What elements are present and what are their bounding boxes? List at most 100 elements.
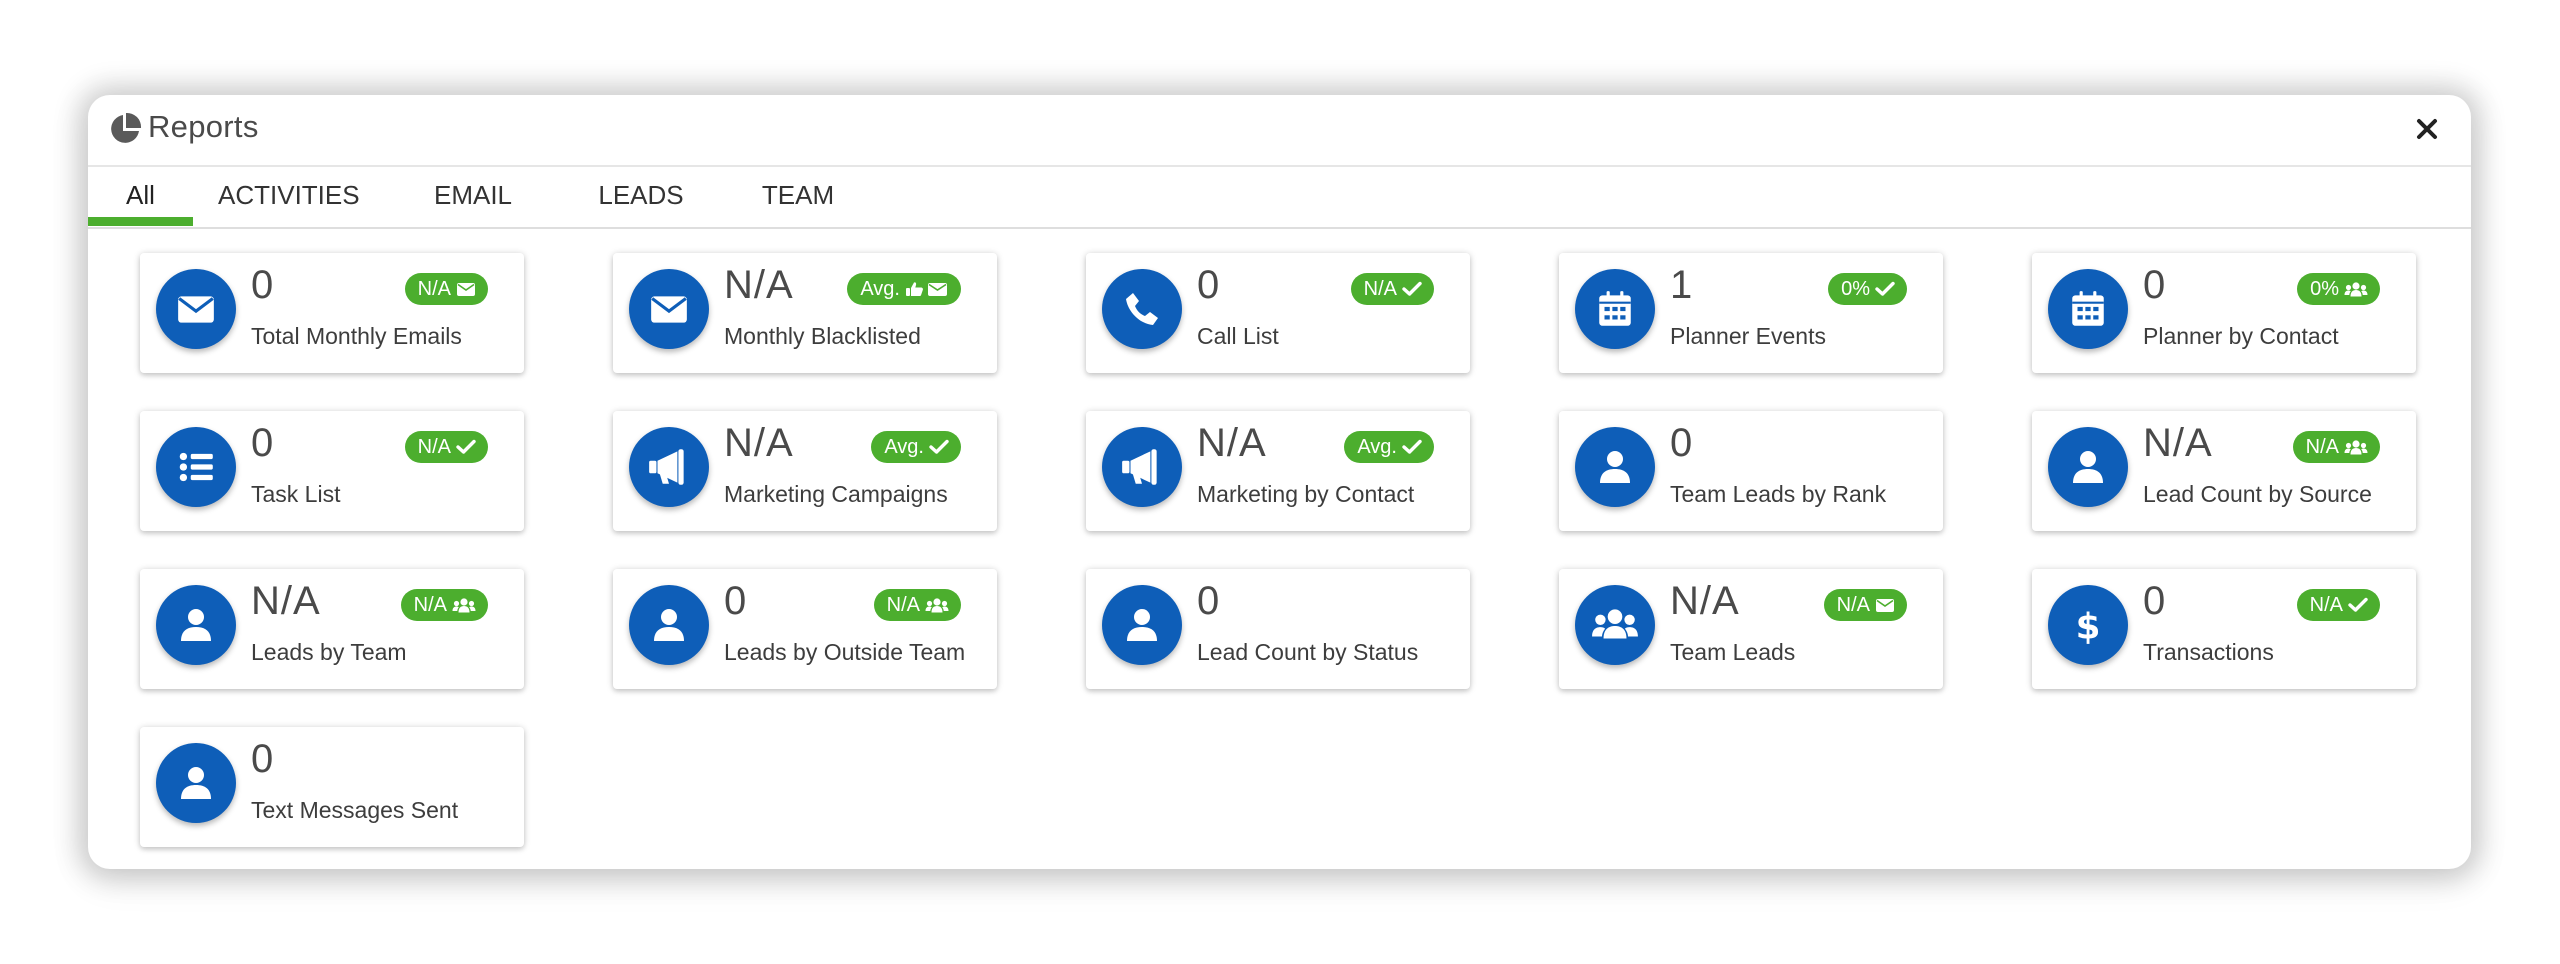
check-icon [1402,281,1422,297]
badge-text: N/A [417,278,451,300]
check-icon [456,439,476,455]
report-value: N/A [724,421,794,465]
report-card[interactable]: 0 Total Monthly Emails N/A [140,253,524,373]
user-icon [156,743,236,823]
tab-leads[interactable]: LEADS [596,167,686,227]
report-label: Planner by Contact [2143,323,2339,349]
list-icon [156,427,236,507]
tab-email[interactable]: EMAIL [429,167,517,227]
report-card[interactable]: N/A Team Leads N/A [1559,569,1943,689]
report-card[interactable]: 0 Leads by Outside Team N/A [613,569,997,689]
users-icon [452,597,476,613]
badge-text: Avg. [860,278,900,300]
page-title: Reports [148,109,259,144]
status-badge: N/A [1823,589,1907,621]
user-icon [1575,427,1655,507]
megaphone-icon [1102,427,1182,507]
report-value: N/A [1670,579,1740,623]
report-card[interactable]: 0 Call List N/A [1086,253,1470,373]
status-badge: N/A [2292,431,2380,463]
badge-text: Avg. [884,436,924,458]
report-label: Team Leads [1670,639,1796,665]
report-value: N/A [1197,421,1267,465]
badge-text: N/A [886,594,920,616]
report-value: 0 [2143,263,2167,307]
report-label: Call List [1197,323,1279,349]
report-card[interactable]: 0 Task List N/A [140,411,524,531]
check-icon [1402,439,1422,455]
report-label: Leads by Outside Team [724,639,966,665]
report-card[interactable]: N/A Lead Count by Source N/A [2032,411,2416,531]
report-value: 0 [2143,579,2167,623]
report-label: Planner Events [1670,323,1826,349]
report-label: Monthly Blacklisted [724,323,921,349]
badge-text: N/A [1363,278,1397,300]
report-value: N/A [724,263,794,307]
users-icon [1575,585,1655,665]
pie-chart-icon [111,112,142,143]
report-value: 0 [251,421,275,465]
phone-icon [1102,269,1182,349]
report-card[interactable]: 0 Team Leads by Rank [1559,411,1943,531]
megaphone-icon [629,427,709,507]
report-card[interactable]: $0 Transactions N/A [2032,569,2416,689]
report-label: Task List [251,481,341,507]
users-icon [2344,439,2368,455]
users-icon [925,597,949,613]
report-card[interactable]: 0 Planner by Contact 0% [2032,253,2416,373]
report-label: Total Monthly Emails [251,323,462,349]
close-icon [2417,119,2437,139]
calendar-icon [2048,269,2128,349]
report-label: Leads by Team [251,639,407,665]
report-card[interactable]: N/A Monthly Blacklisted Avg. [613,253,997,373]
status-badge: N/A [873,589,961,621]
report-card[interactable]: 0 Text Messages Sent [140,727,524,847]
report-value: 0 [251,737,275,781]
badge-text: N/A [1836,594,1870,616]
tab-team[interactable]: TEAM [758,167,838,227]
status-badge: N/A [1350,273,1434,305]
report-card[interactable]: N/A Marketing by Contact Avg. [1086,411,1470,531]
envelope-icon [1875,597,1895,613]
report-value: 0 [251,263,275,307]
badge-text: 0% [2310,278,2339,300]
report-value: 0 [724,579,748,623]
report-value: 1 [1670,263,1694,307]
status-badge: 0% [2297,273,2380,305]
status-badge: 0% [1828,273,1907,305]
report-tabs: All ACTIVITIES EMAIL LEADS TEAM [88,167,2471,229]
badge-text: 0% [1841,278,1870,300]
tab-activities[interactable]: ACTIVITIES [218,167,360,227]
report-card[interactable]: N/A Marketing Campaigns Avg. [613,411,997,531]
close-button[interactable] [2411,113,2443,145]
report-label: Text Messages Sent [251,797,459,823]
report-card[interactable]: 1 Planner Events 0% [1559,253,1943,373]
status-badge: Avg. [847,273,961,305]
calendar-icon [1575,269,1655,349]
badge-text: N/A [413,594,447,616]
modal-header: Reports [88,95,2471,167]
report-card[interactable]: 0 Lead Count by Status [1086,569,1470,689]
user-icon [1102,585,1182,665]
active-tab-indicator [88,217,193,226]
check-icon [1875,281,1895,297]
status-badge: N/A [2296,589,2380,621]
report-card[interactable]: N/A Leads by Team N/A [140,569,524,689]
thumbs-up-envelope-icon [905,281,949,297]
envelope-icon [456,281,476,297]
report-value: N/A [2143,421,2213,465]
dollar-icon: $ [2048,585,2128,665]
status-badge: Avg. [871,431,961,463]
envelope-icon [156,269,236,349]
user-icon [629,585,709,665]
reports-modal: Reports All ACTIVITIES EMAIL LEADS TEAM … [88,95,2471,869]
report-value: 0 [1197,579,1221,623]
report-value: 0 [1670,421,1694,465]
badge-text: N/A [2305,436,2339,458]
user-icon [2048,427,2128,507]
envelope-icon [629,269,709,349]
user-icon [156,585,236,665]
report-label: Marketing by Contact [1197,481,1415,507]
report-value: 0 [1197,263,1221,307]
report-label: Transactions [2143,639,2274,665]
